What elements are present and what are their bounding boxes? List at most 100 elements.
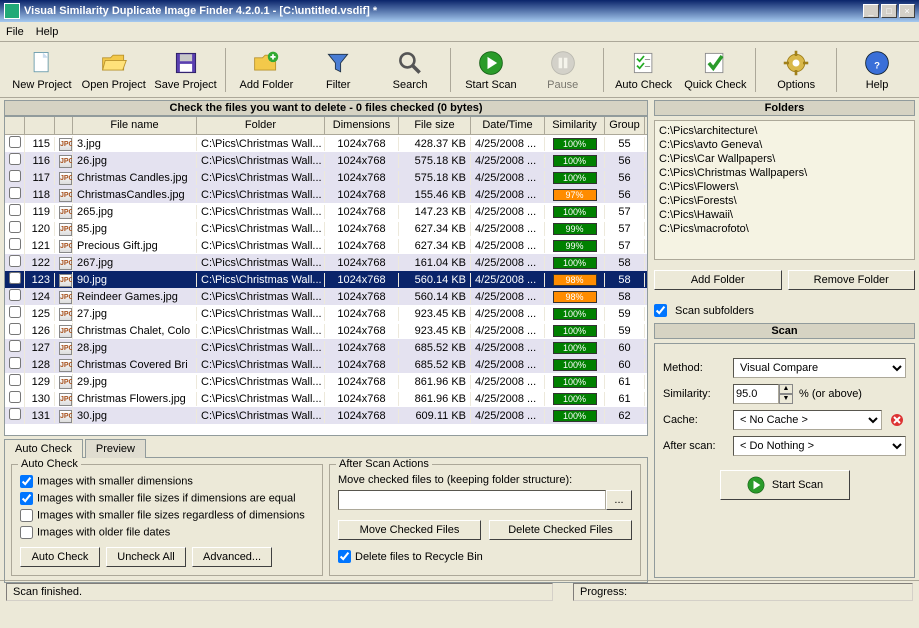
table-row[interactable]: 124JPGReindeer Games.jpgC:\Pics\Christma…	[5, 288, 647, 305]
col-dimensions[interactable]: Dimensions	[325, 117, 399, 134]
row-checkbox[interactable]	[9, 323, 21, 335]
uncheck-all-button[interactable]: Uncheck All	[106, 547, 186, 567]
table-row[interactable]: 129JPG29.jpgC:\Pics\Christmas Wall...102…	[5, 373, 647, 390]
grid-body[interactable]: 115JPG3.jpgC:\Pics\Christmas Wall...1024…	[5, 135, 647, 435]
col-number[interactable]	[25, 117, 55, 134]
col-filesize[interactable]: File size	[399, 117, 471, 134]
advanced-button[interactable]: Advanced...	[192, 547, 272, 567]
pause-button[interactable]: Pause	[527, 44, 599, 96]
row-checkbox[interactable]	[9, 255, 21, 267]
row-checkbox[interactable]	[9, 391, 21, 403]
list-item[interactable]: C:\Pics\Flowers\	[659, 180, 910, 194]
open-project-button[interactable]: Open Project	[78, 44, 150, 96]
table-row[interactable]: 127JPG28.jpgC:\Pics\Christmas Wall...102…	[5, 339, 647, 356]
table-row[interactable]: 125JPG27.jpgC:\Pics\Christmas Wall...102…	[5, 305, 647, 322]
row-checkbox[interactable]	[9, 340, 21, 352]
table-row[interactable]: 122JPG267.jpgC:\Pics\Christmas Wall...10…	[5, 254, 647, 271]
browse-button[interactable]: ...	[606, 490, 632, 510]
col-thumb[interactable]	[55, 117, 73, 134]
add-folder-side-button[interactable]: Add Folder	[654, 270, 782, 290]
list-item[interactable]: C:\Pics\avto Geneva\	[659, 138, 910, 152]
quick-check-button[interactable]: Quick Check	[679, 44, 751, 96]
similarity-spinner[interactable]: ▲▼	[733, 384, 793, 404]
col-filename[interactable]: File name	[73, 117, 197, 134]
new-project-button[interactable]: New Project	[6, 44, 78, 96]
table-row[interactable]: 116JPG26.jpgC:\Pics\Christmas Wall...102…	[5, 152, 647, 169]
row-checkbox[interactable]	[9, 408, 21, 420]
autocheck-run-button[interactable]: Auto Check	[20, 547, 100, 567]
tab-preview[interactable]: Preview	[85, 439, 146, 458]
options-button[interactable]: Options	[760, 44, 832, 96]
row-checkbox[interactable]	[9, 153, 21, 165]
list-item[interactable]: C:\Pics\Hawaii\	[659, 208, 910, 222]
cell-datetime: 4/25/2008 ...	[471, 358, 545, 372]
table-row[interactable]: 121JPGPrecious Gift.jpgC:\Pics\Christmas…	[5, 237, 647, 254]
spin-up-icon[interactable]: ▲	[779, 384, 793, 394]
row-checkbox[interactable]	[9, 238, 21, 250]
add-folder-button[interactable]: Add Folder	[230, 44, 302, 96]
row-checkbox[interactable]	[9, 357, 21, 369]
table-row[interactable]: 117JPGChristmas Candles.jpgC:\Pics\Chris…	[5, 169, 647, 186]
table-row[interactable]: 119JPG265.jpgC:\Pics\Christmas Wall...10…	[5, 203, 647, 220]
row-checkbox[interactable]	[9, 272, 21, 284]
table-row[interactable]: 131JPG30.jpgC:\Pics\Christmas Wall...102…	[5, 407, 647, 424]
table-row[interactable]: 128JPGChristmas Covered BriC:\Pics\Chris…	[5, 356, 647, 373]
list-item[interactable]: C:\Pics\architecture\	[659, 124, 910, 138]
table-row[interactable]: 123JPG90.jpgC:\Pics\Christmas Wall...102…	[5, 271, 647, 288]
start-scan-side-button[interactable]: Start Scan	[720, 470, 850, 500]
table-row[interactable]: 118JPGChristmasCandles.jpgC:\Pics\Christ…	[5, 186, 647, 203]
row-checkbox[interactable]	[9, 136, 21, 148]
col-datetime[interactable]: Date/Time	[471, 117, 545, 134]
filter-button[interactable]: Filter	[302, 44, 374, 96]
tab-autocheck[interactable]: Auto Check	[4, 439, 83, 458]
col-group[interactable]: Group	[605, 117, 645, 134]
col-check[interactable]	[5, 117, 25, 134]
col-folder[interactable]: Folder	[197, 117, 325, 134]
table-row[interactable]: 126JPGChristmas Chalet, ColoC:\Pics\Chri…	[5, 322, 647, 339]
row-checkbox[interactable]	[9, 221, 21, 233]
remove-folder-button[interactable]: Remove Folder	[788, 270, 916, 290]
row-checkbox[interactable]	[9, 374, 21, 386]
delete-checked-button[interactable]: Delete Checked Files	[489, 520, 632, 540]
opt-older-dates[interactable]: Images with older file dates	[20, 526, 314, 539]
move-checked-button[interactable]: Move Checked Files	[338, 520, 481, 540]
move-path-input[interactable]	[338, 490, 606, 510]
table-row[interactable]: 130JPGChristmas Flowers.jpgC:\Pics\Chris…	[5, 390, 647, 407]
row-checkbox[interactable]	[9, 306, 21, 318]
cell-filesize: 923.45 KB	[399, 307, 471, 321]
help-button[interactable]: ?Help	[841, 44, 913, 96]
cache-select[interactable]: < No Cache >	[733, 410, 882, 430]
method-select[interactable]: Visual Compare	[733, 358, 906, 378]
maximize-button[interactable]: □	[881, 4, 897, 18]
delete-cache-icon[interactable]	[888, 411, 906, 429]
menu-file[interactable]: File	[6, 26, 24, 38]
col-similarity[interactable]: Similarity	[545, 117, 605, 134]
table-row[interactable]: 120JPG85.jpgC:\Pics\Christmas Wall...102…	[5, 220, 647, 237]
spin-down-icon[interactable]: ▼	[779, 394, 793, 404]
close-button[interactable]: ×	[899, 4, 915, 18]
scan-subfolders-checkbox[interactable]: Scan subfolders	[654, 304, 915, 317]
list-item[interactable]: C:\Pics\Forests\	[659, 194, 910, 208]
afterscan-select[interactable]: < Do Nothing >	[733, 436, 906, 456]
folders-listbox[interactable]: C:\Pics\architecture\C:\Pics\avto Geneva…	[654, 120, 915, 260]
row-checkbox[interactable]	[9, 170, 21, 182]
row-checkbox[interactable]	[9, 204, 21, 216]
auto-check-button[interactable]: Auto Check	[608, 44, 680, 96]
minimize-button[interactable]: _	[863, 4, 879, 18]
opt-smaller-dimensions[interactable]: Images with smaller dimensions	[20, 475, 314, 488]
opt-smaller-filesize-equal[interactable]: Images with smaller file sizes if dimens…	[20, 492, 314, 505]
list-item[interactable]: C:\Pics\macrofoto\	[659, 222, 910, 236]
row-checkbox[interactable]	[9, 289, 21, 301]
search-button[interactable]: Search	[374, 44, 446, 96]
list-item[interactable]: C:\Pics\Christmas Wallpapers\	[659, 166, 910, 180]
start-scan-button[interactable]: Start Scan	[455, 44, 527, 96]
table-row[interactable]: 115JPG3.jpgC:\Pics\Christmas Wall...1024…	[5, 135, 647, 152]
list-item[interactable]: C:\Pics\Car Wallpapers\	[659, 152, 910, 166]
menu-help[interactable]: Help	[36, 26, 59, 38]
recycle-bin-checkbox[interactable]: Delete files to Recycle Bin	[338, 550, 632, 563]
toolbar-separator	[450, 48, 451, 92]
row-checkbox[interactable]	[9, 187, 21, 199]
save-project-button[interactable]: Save Project	[150, 44, 222, 96]
similarity-input[interactable]	[733, 384, 779, 404]
opt-smaller-filesize-regardless[interactable]: Images with smaller file sizes regardles…	[20, 509, 314, 522]
